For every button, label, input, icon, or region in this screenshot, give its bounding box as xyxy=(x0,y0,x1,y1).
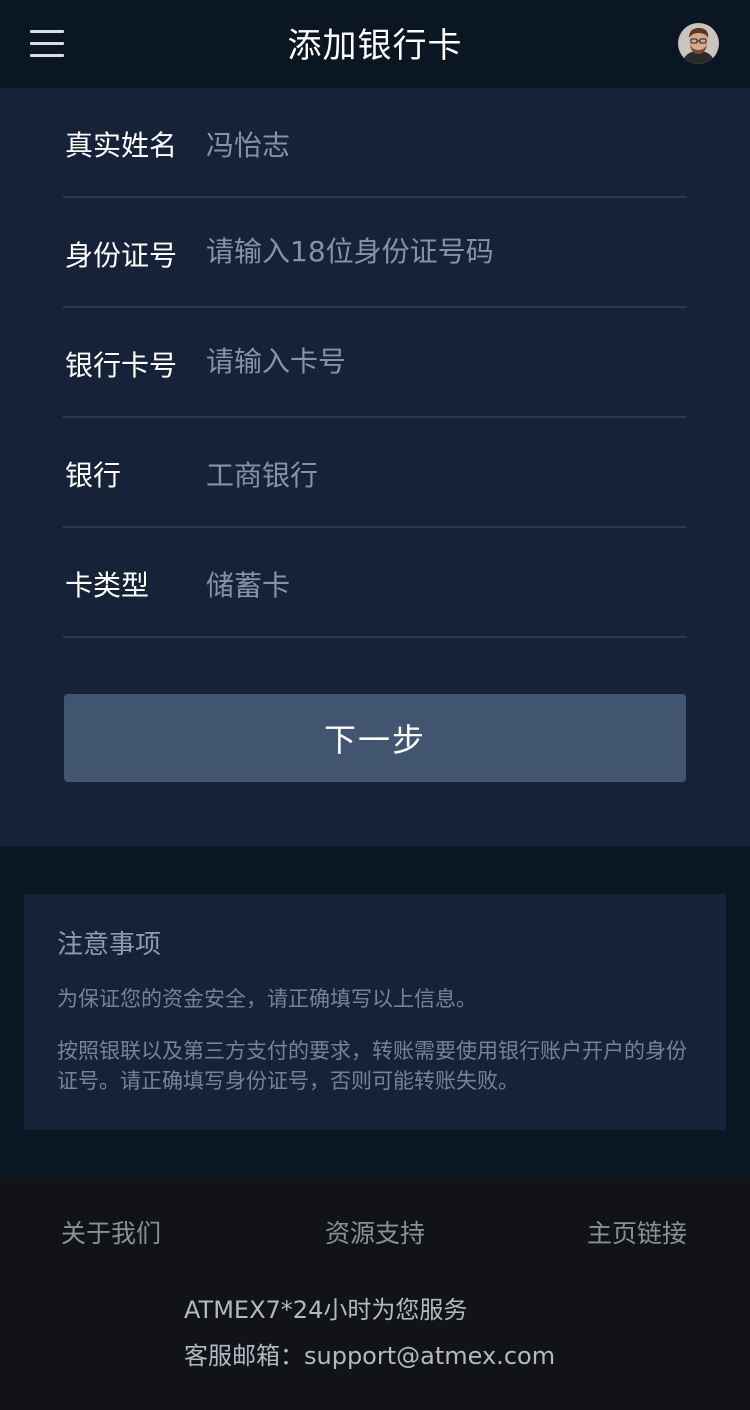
notice-card: 注意事项 为保证您的资金安全，请正确填写以上信息。 按照银联以及第三方支付的要求… xyxy=(24,894,726,1130)
notice-line: 按照银联以及第三方支付的要求，转账需要使用银行账户开户的身份证号。请正确填写身份… xyxy=(57,1039,687,1093)
card-number-input[interactable] xyxy=(206,338,676,384)
form-row-card-number: 银行卡号 xyxy=(63,308,687,418)
footer-link-resources[interactable]: 资源支持 xyxy=(325,1214,425,1250)
top-bar: 添加银行卡 xyxy=(0,0,750,88)
page: 添加银行卡 真实姓名 冯怡志 身份证号 银行卡号 xyxy=(0,0,750,1410)
notice-title: 注意事项 xyxy=(57,930,162,960)
card-type-select[interactable]: 储蓄卡 xyxy=(206,564,290,604)
footer: 关于我们 资源支持 主页链接 ATMEX7*24小时为您服务 客服邮箱：supp… xyxy=(0,1178,750,1410)
form-row-bank: 银行 工商银行 xyxy=(63,418,687,528)
bank-select[interactable]: 工商银行 xyxy=(206,454,318,494)
service-hours-text: ATMEX7*24小时为您服务 xyxy=(184,1296,468,1324)
form-row-card-type: 卡类型 储蓄卡 xyxy=(63,528,687,638)
form-row-id-number: 身份证号 xyxy=(63,198,687,308)
bank-card-form: 真实姓名 冯怡志 身份证号 银行卡号 银行 工商银行 卡类型 储蓄卡 下一步 xyxy=(0,88,750,846)
support-email-text: 客服邮箱：support@atmex.com xyxy=(184,1342,556,1370)
page-title: 添加银行卡 xyxy=(287,26,463,66)
id-number-label: 身份证号 xyxy=(65,239,178,272)
notice-line: 为保证您的资金安全，请正确填写以上信息。 xyxy=(57,987,477,1011)
card-type-label: 卡类型 xyxy=(65,569,150,602)
id-number-input[interactable] xyxy=(206,228,676,274)
bank-label: 银行 xyxy=(65,459,122,492)
card-number-label: 银行卡号 xyxy=(65,349,178,382)
footer-link-home[interactable]: 主页链接 xyxy=(587,1214,687,1250)
next-step-button[interactable]: 下一步 xyxy=(64,694,686,782)
real-name-label: 真实姓名 xyxy=(65,129,178,162)
form-row-real-name: 真实姓名 冯怡志 xyxy=(63,88,687,198)
real-name-value[interactable]: 冯怡志 xyxy=(206,124,290,164)
user-avatar-icon xyxy=(678,23,719,64)
avatar[interactable] xyxy=(678,23,719,64)
footer-link-about[interactable]: 关于我们 xyxy=(61,1214,161,1250)
